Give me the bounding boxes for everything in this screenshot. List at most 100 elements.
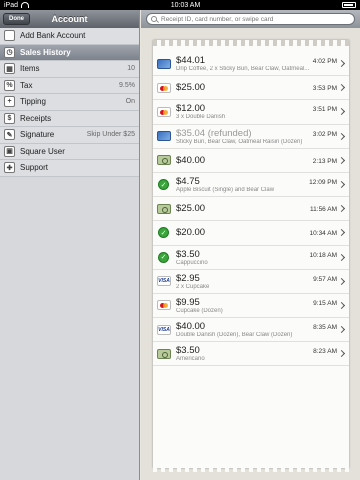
transaction-time: 10:34 AM — [309, 230, 337, 238]
search-bar — [141, 10, 360, 28]
sidebar-item-label: Signature — [20, 130, 55, 140]
search-icon — [151, 16, 157, 22]
sidebar-item-receipts[interactable]: $ Receipts — [0, 110, 139, 127]
sidebar: Done Account Add Bank Account ◷ Sales Hist… — [0, 10, 140, 480]
clock-icon: ◷ — [4, 46, 15, 58]
transaction-time: 2:13 PM — [312, 157, 337, 165]
sidebar-item-tax[interactable]: % Tax 9.5% — [0, 77, 139, 94]
transaction-amount: $2.95 — [176, 272, 200, 284]
grid-icon: ▦ — [4, 63, 15, 75]
transaction-row[interactable]: $40.00 2:13 PM — [153, 149, 349, 173]
transaction-time: 10:18 AM — [309, 251, 337, 259]
check-icon: ✓ — [158, 179, 169, 191]
percent-icon: % — [4, 79, 15, 91]
search-box[interactable] — [146, 13, 355, 25]
sidebar-item-value: On — [125, 98, 135, 106]
sidebar-item-label: Items — [20, 64, 40, 74]
transaction-row[interactable]: ✓ $4.75 12:09 PM Apple Biscuit (Single) and… — [153, 173, 349, 198]
sidebar-item-label: Support — [20, 163, 49, 173]
status-bar: iPad 10:03 AM — [0, 0, 360, 10]
transaction-description: Drip Coffee, 2 x Sticky Bun, Bear Claw, … — [176, 66, 310, 73]
sidebar-item-items[interactable]: ▦ Items 10 — [0, 61, 139, 78]
transaction-amount: $40.00 — [176, 321, 206, 333]
transaction-description: 2 x Cupcake — [176, 283, 210, 290]
transaction-description: Cupcake (Dozen) — [176, 307, 223, 314]
transaction-row[interactable]: $25.00 3:53 PM — [153, 76, 349, 101]
transaction-amount: $4.75 — [176, 176, 200, 188]
sidebar-item-label: Tax — [20, 80, 33, 90]
transaction-time: 3:53 PM — [312, 85, 337, 93]
sidebar-item-support[interactable]: ✚ Support — [0, 160, 139, 177]
mastercard-icon — [157, 300, 171, 311]
account-menu: Add Bank Account ◷ Sales History ▦ Items 10% T… — [0, 28, 139, 177]
transaction-row[interactable]: $25.00 11:56 AM — [153, 197, 349, 222]
carrier-label: iPad — [4, 1, 19, 9]
visa-icon: VISA — [157, 276, 171, 287]
transaction-time: 8:35 AM — [313, 324, 337, 332]
search-input[interactable] — [161, 15, 350, 23]
transaction-row[interactable]: $9.95 9:15 AM Cupcake (Dozen) — [153, 294, 349, 319]
sidebar-item-square-user[interactable]: ▣ Square User — [0, 143, 139, 160]
cash-icon — [157, 348, 171, 359]
sidebar-item-label: Square User — [20, 146, 65, 156]
sidebar-item-signature[interactable]: ✎ Signature Skip Under $25 — [0, 127, 139, 144]
transaction-time: 3:51 PM — [312, 106, 337, 114]
transaction-amount: $40.00 — [176, 154, 206, 166]
sidebar-item-label: Receipts — [20, 113, 52, 123]
transaction-row[interactable]: $35.04 (refunded) 3:02 PM Sticky Bun, Bear… — [153, 125, 349, 149]
sidebar-item-tipping[interactable]: + Tipping On — [0, 94, 139, 111]
transaction-row[interactable]: VISA $2.95 9:57 AM 2 x Cupcake — [153, 270, 349, 294]
transaction-amount: $3.50 — [176, 248, 200, 260]
transaction-time: 8:23 AM — [313, 348, 337, 356]
transaction-amount: $12.00 — [176, 103, 206, 115]
check-icon: ✓ — [158, 227, 169, 239]
transaction-description: 3 x Double Danish — [176, 114, 226, 121]
transaction-row[interactable]: VISA $40.00 8:35 AM Double Danish (Dozen), … — [153, 318, 349, 343]
done-button[interactable]: Done — [3, 13, 30, 25]
transaction-amount: $9.95 — [176, 296, 200, 308]
check-icon: ✓ — [158, 251, 169, 263]
cash-icon — [157, 203, 171, 214]
transaction-row[interactable]: ✓ $3.50 10:18 AM Cappuccino — [153, 246, 349, 270]
transaction-amount: $35.04 (refunded) — [176, 127, 252, 139]
credit-card-icon — [157, 131, 171, 142]
transaction-description: Sticky Bun, Bear Claw, Oatmeal Raisin (D… — [176, 138, 303, 145]
pen-icon: ✎ — [4, 129, 15, 141]
transaction-description: Cappuccino — [176, 259, 208, 266]
transaction-amount: $25.00 — [176, 203, 206, 215]
mastercard-icon — [157, 106, 171, 117]
sidebar-item-value: Skip Under $25 — [86, 131, 135, 139]
bank-icon — [4, 30, 15, 42]
plus-icon: + — [4, 96, 15, 108]
transaction-time: 9:57 AM — [313, 275, 337, 283]
cash-icon — [157, 155, 171, 166]
transaction-description: Double Danish (Dozen), Bear Claw (Dozen) — [176, 332, 293, 339]
sidebar-item-label: Add Bank Account — [20, 31, 86, 41]
sales-history-panel: $44.01 4:02 PMDrip Coffee, 2 x Sticky Bun… — [141, 10, 360, 480]
transaction-time: 3:02 PM — [312, 130, 337, 138]
transaction-row[interactable]: $12.00 3:51 PM 3 x Double Danish — [153, 100, 349, 125]
transaction-time: 11:56 AM — [310, 206, 337, 214]
sidebar-item-label: Sales History — [20, 47, 71, 57]
sidebar-header: Done Account — [0, 10, 139, 28]
clock-time: 10:03 AM — [170, 1, 201, 9]
transaction-row[interactable]: $3.50 8:23 AM Americano — [153, 342, 349, 367]
transaction-time: 9:15 AM — [313, 299, 337, 307]
sidebar-item-value: 10 — [127, 65, 135, 73]
visa-icon: VISA — [157, 324, 171, 335]
transaction-amount: $25.00 — [176, 82, 206, 94]
sidebar-item-label: Tipping — [20, 97, 46, 107]
transaction-time: 4:02 PM — [312, 58, 337, 66]
transaction-row[interactable]: $44.01 4:02 PM Drip Coffee, 2 x Sticky Bun… — [153, 52, 349, 77]
transaction-amount: $20.00 — [176, 227, 206, 239]
transaction-time: 12:09 PM — [309, 179, 337, 187]
credit-card-icon — [157, 58, 171, 69]
user-icon: ▣ — [4, 145, 15, 157]
sidebar-item-sales-history[interactable]: ◷ Sales History — [0, 44, 139, 61]
transaction-row[interactable]: ✓ $20.00 10:34 AM — [153, 221, 349, 246]
wifi-icon — [21, 2, 30, 8]
dollar-icon: $ — [4, 112, 15, 124]
sidebar-item-value: 9.5% — [119, 81, 135, 89]
sidebar-item-add-bank-account[interactable]: Add Bank Account — [0, 28, 139, 45]
mastercard-icon — [157, 82, 171, 93]
